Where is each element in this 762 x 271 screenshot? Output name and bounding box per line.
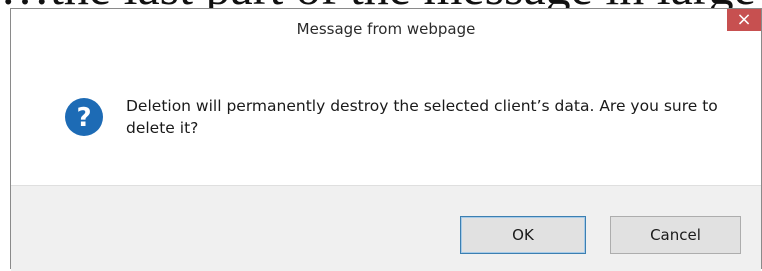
close-button[interactable]: × — [727, 9, 761, 31]
close-icon: × — [736, 9, 752, 30]
dialog-content: ? Deletion will permanently destroy the … — [11, 57, 761, 185]
svg-text:?: ? — [76, 103, 91, 133]
dialog-title: Message from webpage — [296, 20, 476, 38]
message-dialog: Message from webpage × ? Deletion will p… — [10, 8, 762, 271]
ok-button[interactable]: OK — [460, 216, 586, 254]
question-icon: ? — [65, 98, 103, 136]
dialog-message: Deletion will permanently destroy the se… — [126, 97, 718, 137]
cancel-button[interactable]: Cancel — [610, 216, 741, 254]
dialog-titlebar[interactable]: Message from webpage × — [11, 9, 761, 49]
dialog-footer: OK Cancel — [11, 185, 761, 271]
